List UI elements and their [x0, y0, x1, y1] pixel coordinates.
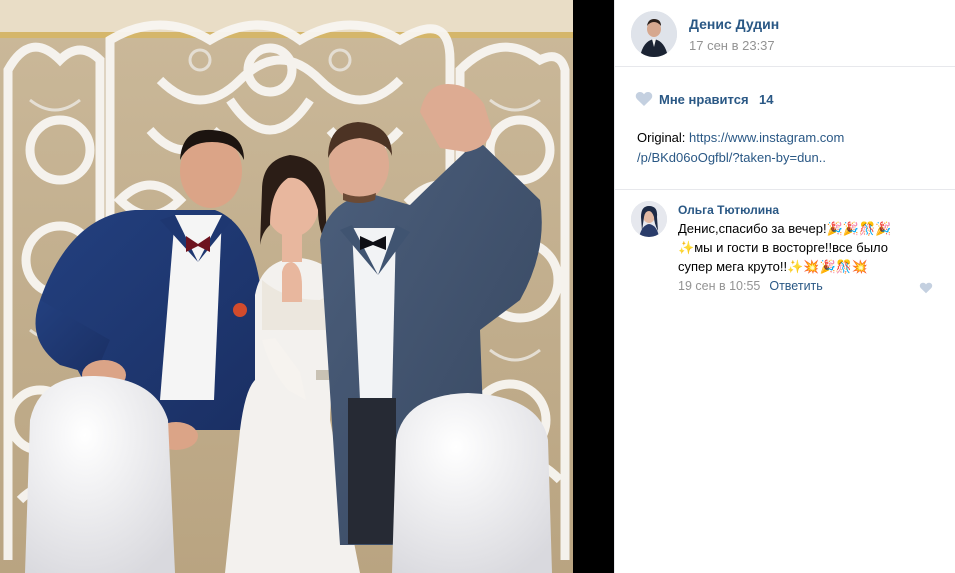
comment-text: Денис,спасибо за вечер!🎉🎉🎊🎉 ✨мы и гости … [678, 219, 940, 276]
author-name[interactable]: Денис Дудин [689, 16, 779, 32]
caption-prefix: Original: [637, 130, 690, 145]
comment-date[interactable]: 19 сен в 10:55 [678, 279, 760, 293]
wedding-photo[interactable] [0, 0, 573, 573]
sparkles-icon: ✨💥🎉🎊💥 [787, 259, 869, 274]
caption-link-line1: https://www.instagram.com [689, 130, 845, 145]
party-popper-icon: 🎉🎉🎊🎉 [826, 221, 892, 236]
divider [615, 66, 955, 67]
comment-text-line3: супер мега круто!! [678, 259, 788, 274]
likes-label: Мне нравится [659, 92, 749, 107]
reply-button[interactable]: Ответить [769, 279, 822, 293]
post-date[interactable]: 17 сен в 23:37 [689, 38, 775, 53]
comment-meta: 19 сен в 10:55 Ответить [678, 279, 823, 293]
heart-icon [635, 92, 653, 106]
likes-count: 14 [759, 92, 774, 107]
post-author: Денис Дудин 17 сен в 23:37 [631, 11, 941, 59]
heart-icon[interactable] [919, 282, 933, 294]
photo-viewer[interactable] [0, 0, 573, 573]
post-caption: Original: https://www.instagram.com/p/BK… [637, 128, 937, 168]
caption-link-line2: /p/BKd06oOgfbl/?taken-by=dun.. [637, 150, 826, 165]
comment-text-line2: мы и гости в восторге!!все было [694, 240, 889, 255]
comment-avatar[interactable] [631, 201, 667, 237]
post-sidebar: Денис Дудин 17 сен в 23:37 Мне нравится … [614, 0, 955, 573]
divider [615, 189, 955, 190]
author-avatar[interactable] [631, 11, 677, 57]
sparkles-icon: ✨ [678, 240, 695, 255]
comment-text-line1: Денис,спасибо за вечер! [678, 221, 827, 236]
comment-author[interactable]: Ольга Тютюлина [678, 203, 779, 217]
